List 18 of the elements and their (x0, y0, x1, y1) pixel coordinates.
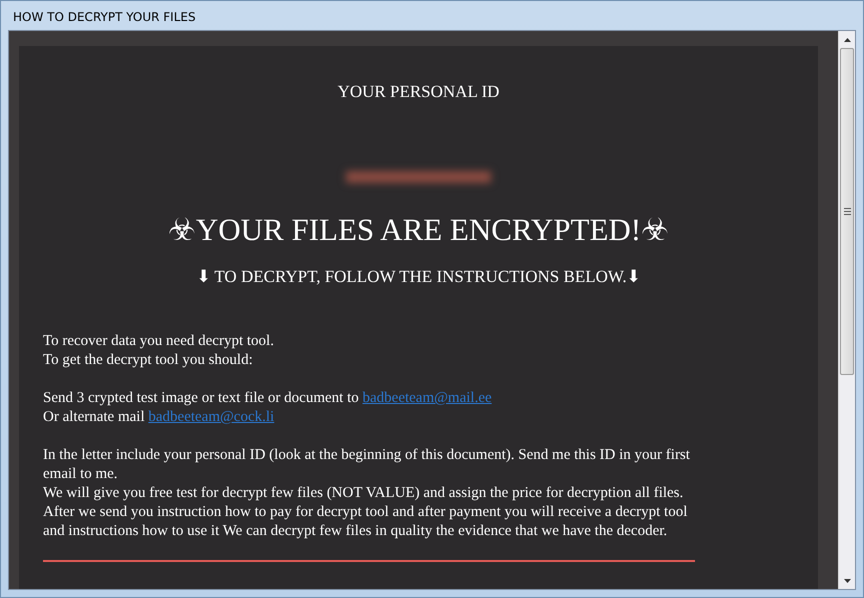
note-text: Send 3 crypted test image or text file or document to (43, 390, 359, 406)
note-text: To recover data you need decrypt tool. (43, 333, 274, 350)
scroll-down-icon[interactable] (844, 578, 850, 582)
note-text: Or alternate mail (43, 409, 145, 426)
window-title: HOW TO DECRYPT YOUR FILES (12, 9, 197, 26)
note-text: In the letter include your personal ID (look at the beginning of this document). Send me this ID in your first email to me. (43, 447, 690, 482)
scroll-up-icon[interactable] (844, 38, 850, 42)
grip-icon (844, 208, 850, 215)
email-link[interactable]: badbeeteam@cock.li (148, 409, 274, 426)
note-text: To get the decrypt tool you should: (43, 352, 253, 368)
note-text: We will give you free test for decrypt few files (NOT VALUE) and assign the price for decryption all files. (43, 485, 684, 502)
scrollbar[interactable] (838, 31, 855, 589)
subheading: ⬇ TO DECRYPT, FOLLOW THE INSTRUCTIONS BELOW.⬇ (195, 266, 642, 288)
scroll-thumb[interactable] (840, 48, 854, 375)
note-text: After we send you instruction how to pay for decrypt tool and after payment you will receive a decrypt tool and instructions how to use it We can decrypt few files in quality the evidence that we have the decoder. (43, 504, 688, 540)
personal-id-heading: YOUR PERSONAL ID (336, 81, 500, 103)
headline: ☣YOUR FILES ARE ENCRYPTED!☣ (166, 210, 670, 248)
email-link[interactable]: badbeeteam@mail.ee (362, 390, 492, 406)
